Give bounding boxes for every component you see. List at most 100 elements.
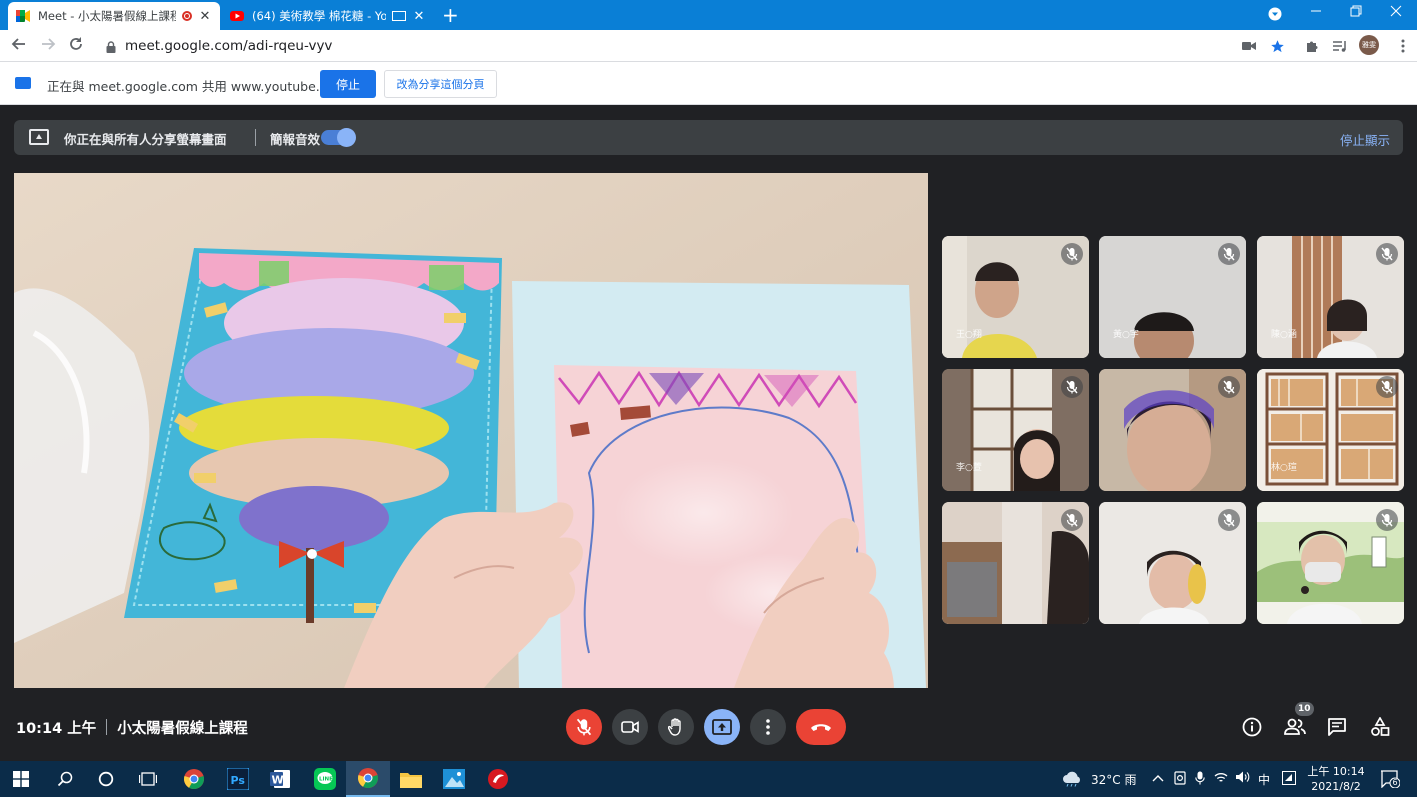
file-explorer-icon[interactable] — [398, 766, 424, 792]
close-window-icon[interactable] — [1390, 5, 1402, 21]
mic-off-icon — [576, 718, 592, 736]
leave-call-button[interactable] — [796, 709, 846, 745]
participant-name: 黃○宇 — [1113, 330, 1139, 340]
present-now-button[interactable] — [704, 709, 740, 745]
stop-showing-button[interactable]: 停止顯示 — [1340, 130, 1390, 149]
close-tab-icon[interactable]: ✕ — [412, 9, 426, 24]
more-vert-icon — [766, 719, 770, 735]
shared-screen-video — [14, 173, 928, 688]
hang-up-icon — [811, 724, 831, 731]
cortana-icon[interactable] — [93, 766, 119, 792]
clock-date: 2021/8/2 — [1311, 780, 1361, 793]
presentation-audio-toggle[interactable] — [321, 128, 356, 147]
meeting-time: 10:14 上午 — [16, 721, 97, 737]
chrome-menu-icon[interactable] — [1395, 38, 1411, 54]
tray-overflow-icon[interactable] — [1152, 771, 1164, 785]
photoshop-app-icon[interactable]: Ps — [225, 766, 251, 792]
activities-icon — [1371, 717, 1390, 736]
weather-cloud-icon[interactable] — [1060, 769, 1084, 789]
photos-app-icon[interactable] — [441, 766, 467, 792]
forward-icon[interactable] — [40, 36, 56, 56]
more-options-button[interactable] — [750, 709, 786, 745]
show-everyone-button[interactable] — [1284, 716, 1306, 738]
profile-menu-icon[interactable] — [1268, 7, 1282, 25]
activities-button[interactable] — [1369, 716, 1391, 738]
camera-in-use-icon[interactable] — [1241, 38, 1257, 54]
close-tab-icon[interactable]: ✕ — [198, 9, 212, 24]
info-icon — [1242, 717, 1262, 737]
chrome-active-app-icon[interactable] — [346, 761, 390, 797]
svg-text:LINE: LINE — [319, 777, 333, 783]
svg-text:Ps: Ps — [231, 774, 246, 787]
browser-tab-strip: Meet - 小太陽暑假線上課程 ✕ (64) 美術教學 棉花糖 - YouTu… — [0, 0, 1417, 30]
tab-youtube[interactable]: (64) 美術教學 棉花糖 - YouTube ✕ — [222, 2, 434, 30]
participant-tile[interactable]: 林○瑄 — [1257, 369, 1404, 491]
present-screen-icon — [712, 719, 732, 735]
mic-toggle-button[interactable] — [566, 709, 602, 745]
meeting-title: 小太陽暑假線上課程 — [117, 721, 248, 737]
participant-tile[interactable]: 黃○宇 — [1099, 236, 1246, 358]
meeting-info-button[interactable] — [1241, 716, 1263, 738]
profile-avatar[interactable]: 雅雯 — [1359, 35, 1379, 55]
clock-time: 上午 10:14 — [1307, 765, 1365, 778]
cast-icon — [392, 11, 406, 21]
media-controls-icon[interactable] — [1332, 38, 1348, 54]
mic-off-icon — [1061, 376, 1083, 398]
wifi-tray-icon[interactable] — [1214, 771, 1228, 786]
antivirus-app-icon[interactable] — [485, 766, 511, 792]
tab-meet[interactable]: Meet - 小太陽暑假線上課程 ✕ — [8, 2, 220, 30]
participant-tile[interactable] — [1257, 502, 1404, 624]
participant-tile[interactable]: 李○萱 — [942, 369, 1089, 491]
meeting-divider — [106, 719, 108, 735]
participant-name: 王○翔 — [956, 330, 982, 340]
ime-mode-icon[interactable] — [1282, 771, 1296, 788]
tab-sharing-infobar: 正在與 meet.google.com 共用 www.youtube.com 停… — [0, 62, 1417, 105]
presenting-banner: 你正在與所有人分享螢幕畫面 簡報音效 停止顯示 — [14, 120, 1403, 155]
banner-divider — [255, 129, 256, 146]
volume-tray-icon[interactable] — [1236, 771, 1250, 786]
line-app-icon[interactable]: LINE — [312, 766, 338, 792]
mic-off-icon — [1061, 243, 1083, 265]
mic-off-icon — [1218, 376, 1240, 398]
participant-tile[interactable] — [1099, 369, 1246, 491]
stop-sharing-button[interactable]: 停止 — [320, 70, 376, 98]
meeting-details: 10:14 上午 小太陽暑假線上課程 — [16, 717, 248, 738]
restore-icon[interactable] — [1350, 5, 1362, 21]
share-this-tab-button[interactable]: 改為分享這個分頁 — [384, 70, 497, 98]
svg-text:W: W — [272, 774, 284, 787]
participant-name: 陳○涵 — [1271, 330, 1297, 340]
tab-title: Meet - 小太陽暑假線上課程 — [38, 9, 176, 23]
participant-count-badge: 10 — [1295, 702, 1314, 716]
youtube-icon — [230, 9, 244, 23]
ime-indicator[interactable]: 中 — [1258, 771, 1270, 788]
address-bar[interactable]: meet.google.com/adi-rqeu-vyv — [98, 33, 1226, 59]
url-text[interactable]: meet.google.com/adi-rqeu-vyv — [125, 38, 332, 54]
device-tray-icon[interactable] — [1174, 771, 1186, 788]
reload-icon[interactable] — [68, 36, 84, 56]
lock-icon[interactable] — [106, 38, 116, 53]
participant-tile[interactable]: 王○翔 — [942, 236, 1089, 358]
participant-tile[interactable] — [1099, 502, 1246, 624]
notification-center-icon[interactable]: 6 — [1378, 767, 1402, 791]
chat-button[interactable] — [1326, 716, 1348, 738]
meet-control-bar: 10:14 上午 小太陽暑假線上課程 10 — [0, 700, 1417, 761]
participant-tile[interactable] — [942, 502, 1089, 624]
search-icon[interactable] — [52, 766, 78, 792]
chrome-app-icon[interactable] — [181, 766, 207, 792]
task-view-icon[interactable] — [135, 766, 161, 792]
camera-toggle-button[interactable] — [612, 709, 648, 745]
participant-name: 林○瑄 — [1271, 463, 1297, 473]
word-app-icon[interactable]: W — [268, 766, 294, 792]
bookmark-star-icon[interactable] — [1269, 38, 1285, 54]
tab-title: (64) 美術教學 棉花糖 - YouTube — [252, 9, 386, 23]
raise-hand-button[interactable] — [658, 709, 694, 745]
weather-text[interactable]: 32°C 雨 — [1091, 771, 1136, 788]
minimize-icon[interactable] — [1310, 5, 1322, 21]
windows-start-icon[interactable] — [8, 766, 34, 792]
back-icon[interactable] — [11, 36, 27, 56]
system-clock[interactable]: 上午 10:14 2021/8/2 — [1306, 764, 1366, 794]
microphone-tray-icon[interactable] — [1195, 771, 1205, 788]
new-tab-button[interactable]: + — [442, 4, 459, 26]
participant-tile[interactable]: 陳○涵 — [1257, 236, 1404, 358]
extensions-icon[interactable] — [1304, 38, 1320, 54]
